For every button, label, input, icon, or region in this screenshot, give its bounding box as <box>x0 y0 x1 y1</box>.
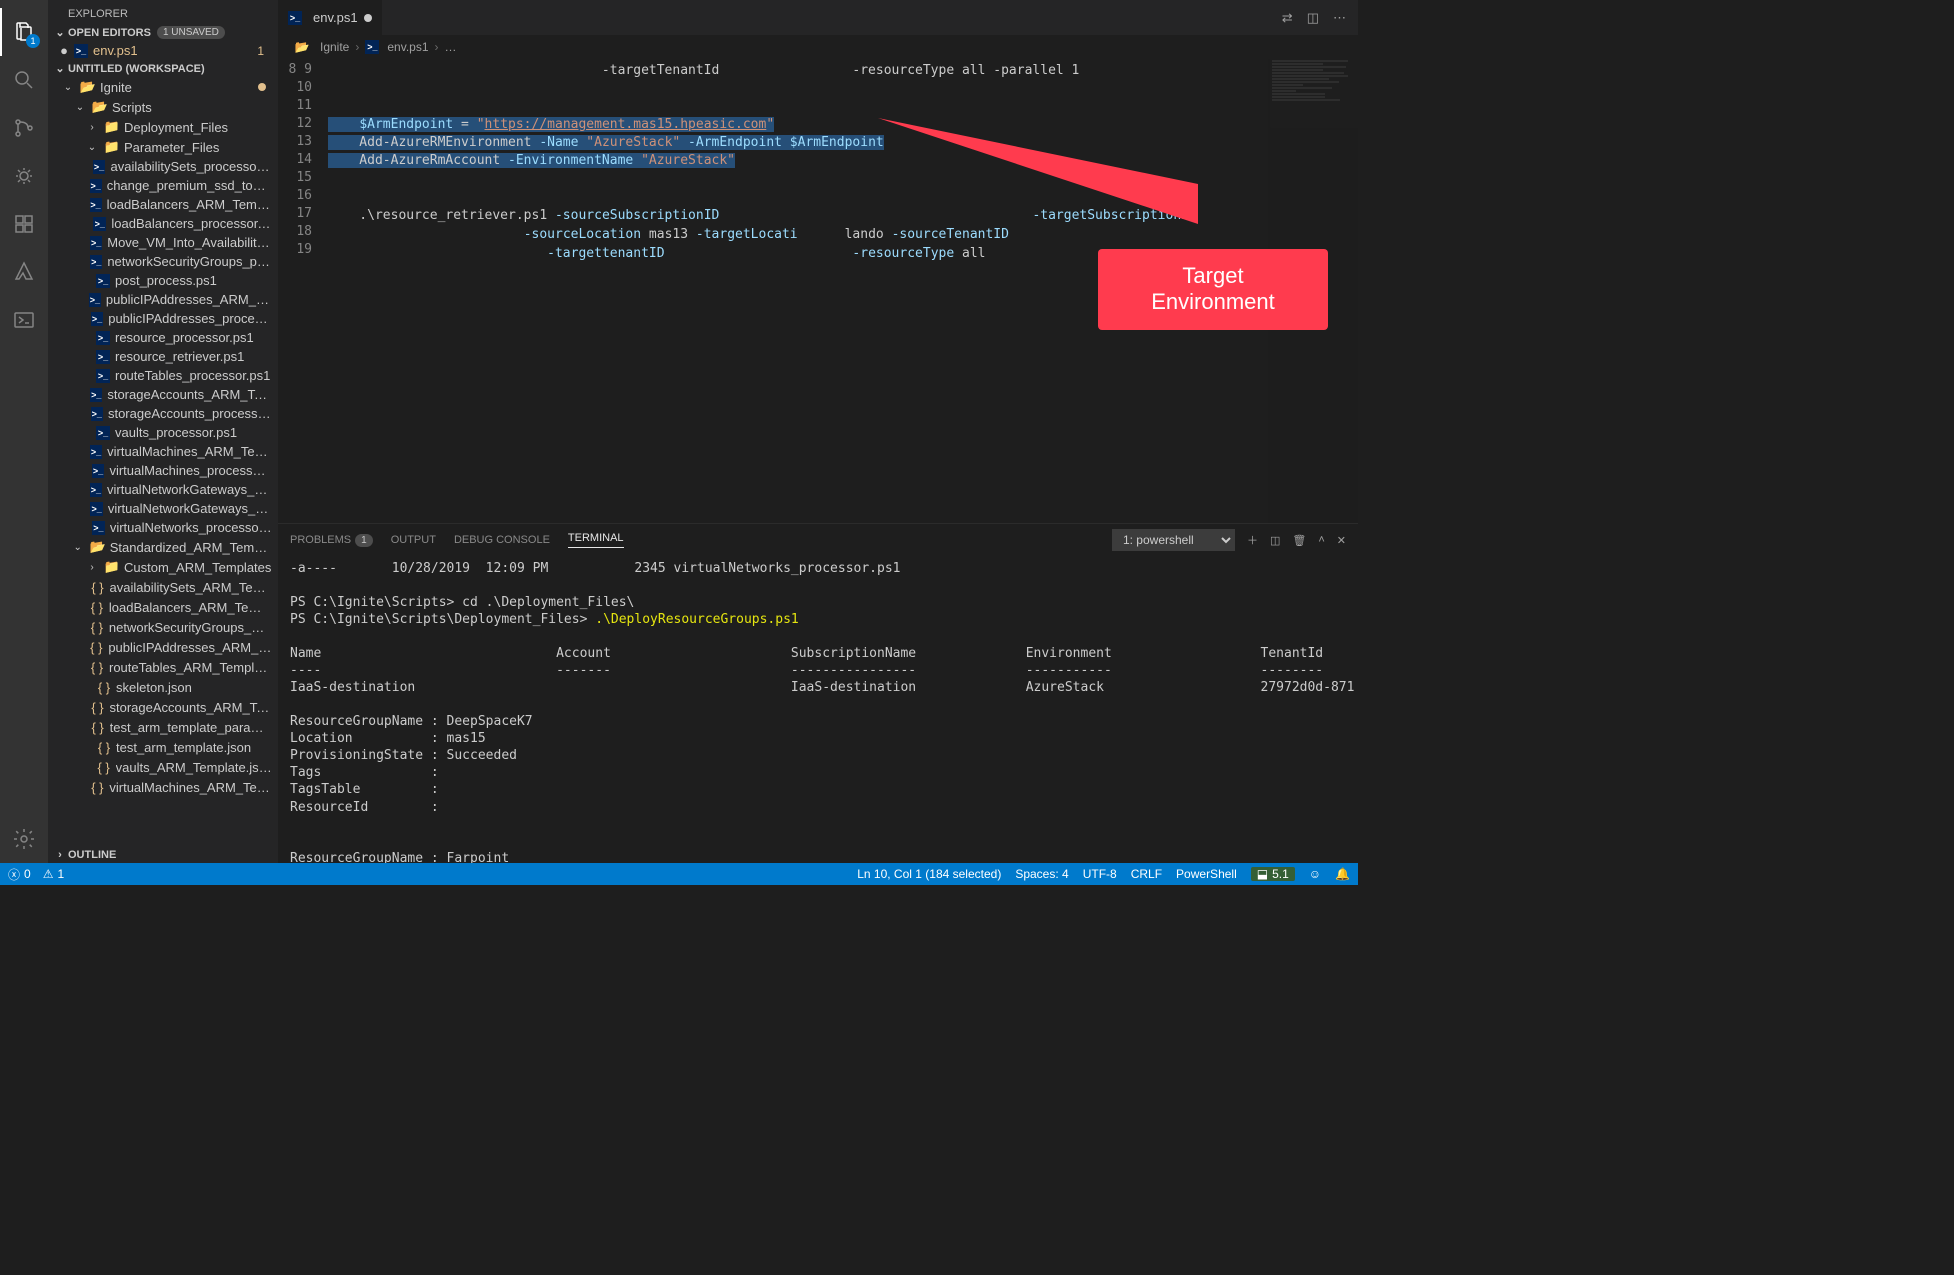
tree-file[interactable]: { }test_arm_template.json <box>48 737 278 757</box>
tab-debug-console[interactable]: DEBUG CONSOLE <box>454 534 550 546</box>
tree-folder[interactable]: ›📁Deployment_Files <box>48 117 278 137</box>
explorer-badge: 1 <box>26 34 40 48</box>
open-editors-section[interactable]: ⌄ OPEN EDITORS 1 UNSAVED <box>48 24 278 41</box>
line-gutter: 8 9 10 11 12 13 14 15 16 17 18 19 <box>278 59 328 523</box>
tree-folder[interactable]: ›📁Custom_ARM_Templates <box>48 557 278 577</box>
tree-file[interactable]: >_resource_retriever.ps1 <box>48 347 278 366</box>
scm-icon[interactable] <box>0 104 48 152</box>
split-terminal-icon[interactable]: ◫ <box>1270 534 1280 547</box>
maximize-panel-icon[interactable]: ˄ <box>1318 534 1324 546</box>
status-language[interactable]: PowerShell <box>1176 867 1237 881</box>
kill-terminal-icon[interactable]: 🗑 <box>1292 534 1306 547</box>
panel-tabs: PROBLEMS1 OUTPUT DEBUG CONSOLE TERMINAL … <box>278 524 1358 556</box>
tree-file[interactable]: >_virtualNetworkGateways_ARM… <box>48 480 278 499</box>
close-panel-icon[interactable]: ✕ <box>1337 534 1346 547</box>
file-tree: ⌄📂Ignite ⌄📂Scripts ›📁Deployment_Files ⌄📁… <box>48 77 278 847</box>
tree-folder[interactable]: ⌄📂Standardized_ARM_Templates <box>48 537 278 557</box>
tree-file[interactable]: >_publicIPAddresses_processor… <box>48 309 278 328</box>
status-warnings[interactable]: ⚠ 1 <box>43 867 64 881</box>
activity-bar: 1 <box>0 0 48 863</box>
tree-file[interactable]: >_virtualNetworks_processor.ps1 <box>48 518 278 537</box>
status-bar: ⓧ 0 ⚠ 1 Ln 10, Col 1 (184 selected) Spac… <box>0 863 1358 885</box>
tree-file[interactable]: >_virtualNetworkGateways_proc… <box>48 499 278 518</box>
tree-file[interactable]: >_networkSecurityGroups_proce… <box>48 252 278 271</box>
tree-file[interactable]: >_availabilitySets_processor.ps1 <box>48 157 278 176</box>
open-editor-item[interactable]: ● >_ env.ps1 1 <box>48 41 278 60</box>
outline-section[interactable]: › OUTLINE <box>48 847 278 863</box>
tree-file[interactable]: >_storageAccounts_ARM_Templ… <box>48 385 278 404</box>
tree-file[interactable]: { }test_arm_template_parameter… <box>48 717 278 737</box>
tree-file[interactable]: { }vaults_ARM_Template.json <box>48 757 278 777</box>
minimap[interactable] <box>1268 59 1358 523</box>
tree-file[interactable]: { }loadBalancers_ARM_Template… <box>48 597 278 617</box>
tree-file[interactable]: >_virtualMachines_ARM_Templa… <box>48 442 278 461</box>
tree-file[interactable]: >_post_process.ps1 <box>48 271 278 290</box>
status-ps-version[interactable]: ⬓ 5.1 <box>1251 867 1295 881</box>
tree-file[interactable]: { }publicIPAddresses_ARM_Temp… <box>48 637 278 657</box>
tab-output[interactable]: OUTPUT <box>391 534 436 546</box>
terminal-output[interactable]: -a---- 10/28/2019 12:09 PM 2345 virtualN… <box>278 556 1358 863</box>
tab-env-ps1[interactable]: >_ env.ps1 <box>278 0 383 35</box>
tree-file[interactable]: { }virtualMachines_ARM_Templa… <box>48 777 278 797</box>
sidebar: EXPLORER ⌄ OPEN EDITORS 1 UNSAVED ● >_ e… <box>48 0 278 863</box>
tree-folder[interactable]: ⌄📁Parameter_Files <box>48 137 278 157</box>
tree-file[interactable]: >_storageAccounts_processor.ps1 <box>48 404 278 423</box>
workspace-section[interactable]: ⌄ UNTITLED (WORKSPACE) <box>48 60 278 77</box>
tree-file[interactable]: >_resource_processor.ps1 <box>48 328 278 347</box>
new-terminal-icon[interactable]: ＋ <box>1247 532 1258 548</box>
terminal-shell-select[interactable]: 1: powershell <box>1112 529 1235 551</box>
debug-icon[interactable] <box>0 152 48 200</box>
tree-file[interactable]: >_loadBalancers_ARM_Template… <box>48 195 278 214</box>
tree-file[interactable]: >_routeTables_processor.ps1 <box>48 366 278 385</box>
powershell-activity-icon[interactable] <box>0 296 48 344</box>
more-actions-icon[interactable]: ⋯ <box>1333 10 1346 26</box>
tree-file[interactable]: >_publicIPAddresses_ARM_Temp… <box>48 290 278 309</box>
status-bell-icon[interactable]: 🔔 <box>1335 867 1350 881</box>
status-selection[interactable]: Ln 10, Col 1 (184 selected) <box>857 867 1001 881</box>
explorer-icon[interactable]: 1 <box>0 8 48 56</box>
status-spaces[interactable]: Spaces: 4 <box>1015 867 1068 881</box>
tree-file[interactable]: { }skeleton.json <box>48 677 278 697</box>
editor-area: >_ env.ps1 ⇄ ◫ ⋯ 📂 Ignite › >_ env.ps1 ›… <box>278 0 1358 863</box>
azure-icon[interactable] <box>0 248 48 296</box>
tree-file[interactable]: >_loadBalancers_processor.ps1 <box>48 214 278 233</box>
split-editor-icon[interactable]: ◫ <box>1307 10 1319 26</box>
breadcrumbs[interactable]: 📂 Ignite › >_ env.ps1 › … <box>278 35 1358 59</box>
status-feedback-icon[interactable]: ☺ <box>1309 867 1321 881</box>
extensions-icon[interactable] <box>0 200 48 248</box>
tree-file[interactable]: { }networkSecurityGroups_ARM_… <box>48 617 278 637</box>
status-errors[interactable]: ⓧ 0 <box>8 866 31 883</box>
tree-file[interactable]: >_vaults_processor.ps1 <box>48 423 278 442</box>
code-area[interactable]: -targetTenantId -resourceType all -paral… <box>328 59 1268 523</box>
tree-file[interactable]: { }routeTables_ARM_Template.json <box>48 657 278 677</box>
tab-problems[interactable]: PROBLEMS1 <box>290 534 373 546</box>
tree-folder[interactable]: ⌄📂Ignite <box>48 77 278 97</box>
search-icon[interactable] <box>0 56 48 104</box>
tree-file[interactable]: { }storageAccounts_ARM_Templ… <box>48 697 278 717</box>
tree-folder[interactable]: ⌄📂Scripts <box>48 97 278 117</box>
explorer-title: EXPLORER <box>48 0 278 24</box>
status-eol[interactable]: CRLF <box>1131 867 1162 881</box>
bottom-panel: PROBLEMS1 OUTPUT DEBUG CONSOLE TERMINAL … <box>278 523 1358 863</box>
tree-file[interactable]: >_change_premium_ssd_to_stan… <box>48 176 278 195</box>
modified-dot <box>364 14 372 22</box>
tab-terminal[interactable]: TERMINAL <box>568 532 624 548</box>
tree-file[interactable]: >_virtualMachines_processor.ps1 <box>48 461 278 480</box>
status-encoding[interactable]: UTF-8 <box>1083 867 1117 881</box>
tree-file[interactable]: { }availabilitySets_ARM_Templat… <box>48 577 278 597</box>
editor-tabs: >_ env.ps1 ⇄ ◫ ⋯ <box>278 0 1358 35</box>
settings-gear-icon[interactable] <box>0 815 48 863</box>
compare-icon[interactable]: ⇄ <box>1282 10 1293 26</box>
tree-file[interactable]: >_Move_VM_Into_AvailabilitySet… <box>48 233 278 252</box>
